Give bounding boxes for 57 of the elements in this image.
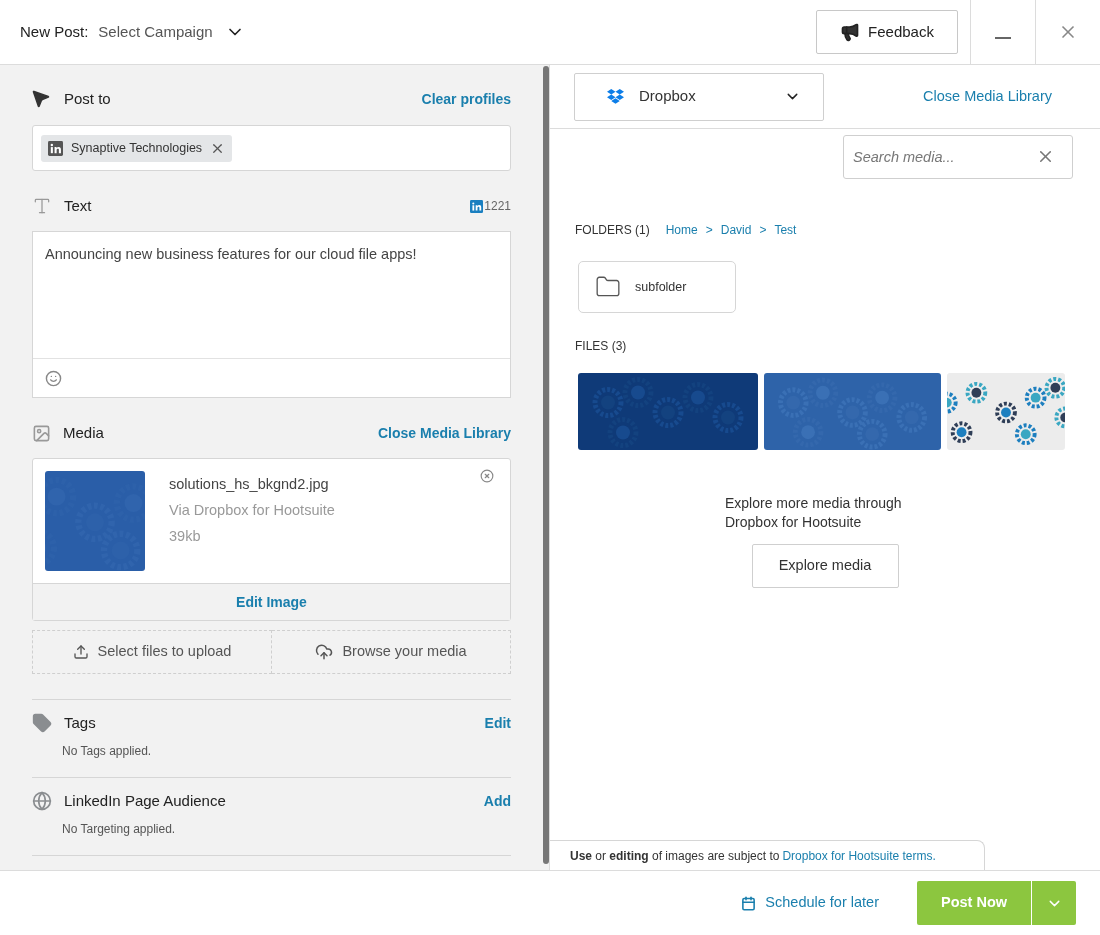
feedback-button[interactable]: Feedback <box>816 10 958 54</box>
section-note: No Targeting applied. <box>62 821 177 838</box>
section-title: Text <box>64 195 92 216</box>
breadcrumb-separator: > <box>759 222 767 239</box>
upload-icon <box>72 644 89 660</box>
post-text: Announcing new business features for our cloud file apps! <box>44 245 418 264</box>
close-media-library-link[interactable]: Close Media Library <box>923 85 1052 108</box>
edit-image-button[interactable]: Edit Image <box>33 583 510 620</box>
section-title: Tags <box>64 712 96 733</box>
terms-notice: Use or editing of images are subject to Dropbox for Hootsuite terms. <box>550 840 985 870</box>
profile-name: Synaptive Technologies <box>71 139 203 157</box>
minimize-icon <box>995 37 1011 39</box>
select-files-button[interactable]: Select files to upload <box>32 630 272 674</box>
section-action-link[interactable]: Edit <box>484 712 511 734</box>
folders-label: FOLDERS (1) <box>575 222 650 239</box>
character-count: 1221 <box>484 198 511 215</box>
remove-icon[interactable] <box>480 469 494 483</box>
profile-field[interactable]: Synaptive Technologies <box>32 125 511 171</box>
explore-media-button[interactable]: Explore media <box>751 544 899 588</box>
dropbox-icon <box>607 88 624 105</box>
globe-icon <box>32 791 52 811</box>
breadcrumb-separator: > <box>705 222 713 239</box>
file-source: Via Dropbox for Hootsuite <box>169 500 335 520</box>
schedule-later-button[interactable]: Schedule for later <box>741 892 879 914</box>
megaphone-icon <box>840 22 861 42</box>
clear-profiles-link[interactable]: Clear profiles <box>421 88 511 110</box>
browse-media-button[interactable]: Browse your media <box>272 630 511 674</box>
terms-link[interactable]: Dropbox for Hootsuite terms. <box>782 846 936 865</box>
breadcrumb-link[interactable]: Home <box>665 221 698 239</box>
close-media-library-link[interactable]: Close Media Library <box>377 422 511 444</box>
breadcrumb-link[interactable]: David <box>720 221 752 239</box>
new-post-label: New Post: <box>20 21 89 42</box>
breadcrumb-link[interactable]: Test <box>774 221 797 239</box>
search-field[interactable]: Search media... <box>843 135 1073 179</box>
image-icon <box>32 423 51 443</box>
paper-plane-icon <box>32 90 50 108</box>
linkedin-icon <box>470 199 484 213</box>
calendar-icon <box>741 895 757 911</box>
linkedin-icon <box>48 140 63 156</box>
file-name: solutions_hs_bkgnd2.jpg <box>169 475 330 494</box>
explore-text: Explore more media through Dropbox for Hootsuite <box>725 494 903 532</box>
folder-tile[interactable]: subfolder <box>578 261 736 313</box>
emoji-icon[interactable] <box>45 369 62 387</box>
files-label: FILES (3) <box>575 338 628 355</box>
profile-chip[interactable]: Synaptive Technologies <box>41 134 233 162</box>
cloud-upload-icon <box>315 643 334 661</box>
post-text-area[interactable]: Announcing new business features for our cloud file apps! <box>32 231 511 398</box>
scrollbar[interactable] <box>543 66 549 864</box>
section-title: Media <box>63 422 104 443</box>
section-title: Post to <box>64 88 111 109</box>
campaign-dropdown[interactable]: Select Campaign <box>98 20 245 44</box>
section-note: No Tags applied. <box>62 743 153 760</box>
section-title: LinkedIn Page Audience <box>64 790 226 811</box>
file-size: 39kb <box>169 526 202 546</box>
source-dropdown[interactable]: Dropbox <box>574 72 824 121</box>
section-action-link[interactable]: Add <box>483 790 511 812</box>
tag-icon <box>32 713 52 733</box>
